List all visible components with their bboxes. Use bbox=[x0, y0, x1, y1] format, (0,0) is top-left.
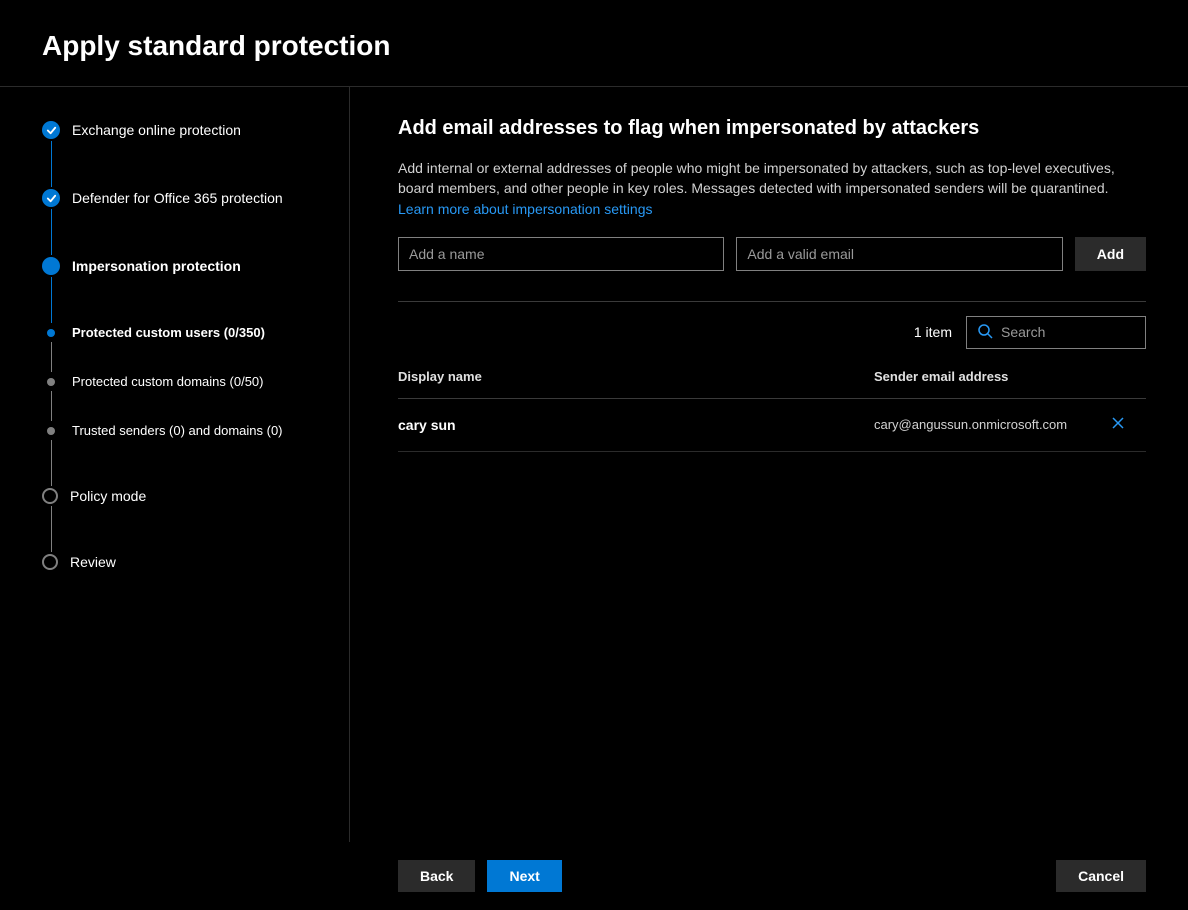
substep-protected-domains[interactable]: Protected custom domains (0/50) bbox=[42, 370, 329, 393]
pending-step-circle bbox=[42, 488, 58, 504]
main-content: Add email addresses to flag when imperso… bbox=[350, 87, 1188, 842]
step-label: Trusted senders (0) and domains (0) bbox=[72, 423, 283, 438]
step-label: Protected custom users (0/350) bbox=[72, 325, 265, 340]
back-button[interactable]: Back bbox=[398, 860, 475, 892]
item-count: 1 item bbox=[914, 324, 952, 340]
step-exchange-online[interactable]: Exchange online protection bbox=[42, 117, 329, 143]
substep-trusted-senders[interactable]: Trusted senders (0) and domains (0) bbox=[42, 419, 329, 442]
content-heading: Add email addresses to flag when imperso… bbox=[398, 117, 1146, 140]
current-step-dot bbox=[42, 257, 60, 275]
step-defender-365[interactable]: Defender for Office 365 protection bbox=[42, 185, 329, 211]
page-title: Apply standard protection bbox=[42, 30, 1146, 62]
step-label: Protected custom domains (0/50) bbox=[72, 374, 263, 389]
substep-dot bbox=[47, 329, 55, 337]
step-label: Defender for Office 365 protection bbox=[72, 190, 283, 206]
email-input[interactable] bbox=[736, 237, 1062, 271]
add-entry-row: Add bbox=[398, 237, 1146, 271]
step-label: Review bbox=[70, 554, 116, 570]
step-label: Exchange online protection bbox=[72, 122, 241, 138]
wizard-sidebar: Exchange online protection Defender for … bbox=[0, 87, 350, 842]
column-display-name: Display name bbox=[398, 369, 874, 384]
checkmark-icon bbox=[42, 121, 60, 139]
table-header: Display name Sender email address bbox=[398, 369, 1146, 399]
remove-row-button[interactable] bbox=[1106, 413, 1130, 437]
divider bbox=[398, 301, 1146, 302]
column-sender-email: Sender email address bbox=[874, 369, 1106, 384]
table-row: cary sun cary@angussun.onmicrosoft.com bbox=[398, 399, 1146, 452]
pending-step-circle bbox=[42, 554, 58, 570]
content-description: Add internal or external addresses of pe… bbox=[398, 158, 1146, 219]
search-input[interactable] bbox=[1001, 324, 1182, 340]
cancel-button[interactable]: Cancel bbox=[1056, 860, 1146, 892]
row-email: cary@angussun.onmicrosoft.com bbox=[874, 417, 1106, 432]
step-policy-mode[interactable]: Policy mode bbox=[42, 484, 329, 508]
step-label: Impersonation protection bbox=[72, 258, 241, 274]
wizard-footer: Back Next Cancel bbox=[0, 842, 1188, 910]
step-impersonation-protection[interactable]: Impersonation protection bbox=[42, 253, 329, 279]
substep-protected-users[interactable]: Protected custom users (0/350) bbox=[42, 321, 329, 344]
checkmark-icon bbox=[42, 189, 60, 207]
close-icon bbox=[1111, 416, 1125, 433]
search-box[interactable] bbox=[966, 316, 1146, 349]
step-review[interactable]: Review bbox=[42, 550, 329, 574]
substep-dot bbox=[47, 378, 55, 386]
substep-dot bbox=[47, 427, 55, 435]
step-label: Policy mode bbox=[70, 488, 146, 504]
page-header: Apply standard protection bbox=[0, 0, 1188, 87]
add-button[interactable]: Add bbox=[1075, 237, 1146, 271]
row-name: cary sun bbox=[398, 417, 874, 433]
list-toolbar: 1 item bbox=[398, 316, 1146, 349]
name-input[interactable] bbox=[398, 237, 724, 271]
search-icon bbox=[977, 323, 993, 342]
learn-more-link[interactable]: Learn more about impersonation settings bbox=[398, 201, 652, 217]
next-button[interactable]: Next bbox=[487, 860, 561, 892]
